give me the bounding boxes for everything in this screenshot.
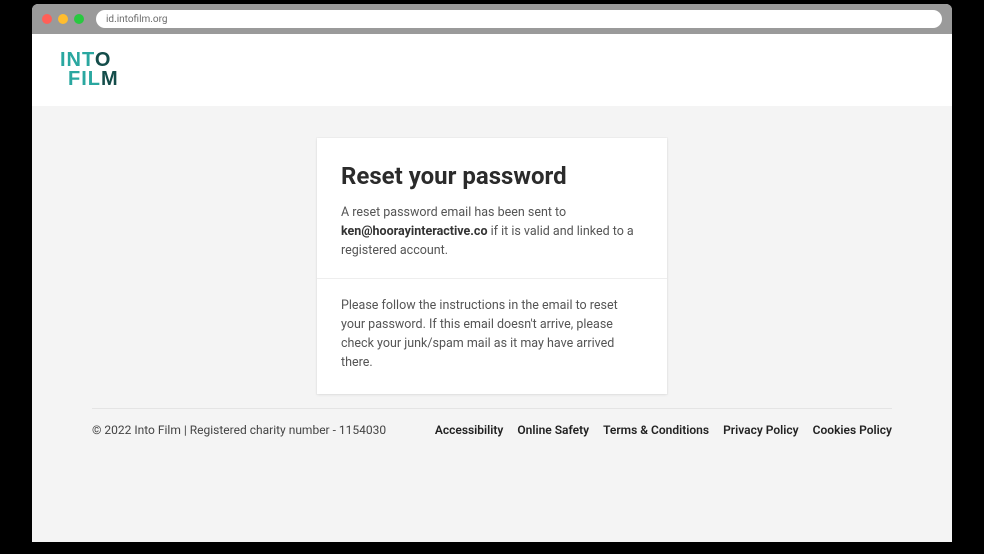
footer-links: Accessibility Online Safety Terms & Cond… xyxy=(435,423,892,437)
footer-link-privacy[interactable]: Privacy Policy xyxy=(723,423,799,437)
content-area: Reset your password A reset password ema… xyxy=(32,106,952,542)
card-instructions: Please follow the instructions in the em… xyxy=(341,297,643,372)
card-heading: Reset your password xyxy=(341,162,643,190)
logo[interactable]: INTO FILM xyxy=(60,51,119,89)
browser-chrome: id.intofilm.org xyxy=(32,4,952,34)
site-header: INTO FILM xyxy=(32,34,952,106)
footer-link-terms[interactable]: Terms & Conditions xyxy=(603,423,709,437)
window-controls xyxy=(42,14,84,24)
url-text: id.intofilm.org xyxy=(106,14,168,25)
copyright: © 2022 Into Film | Registered charity nu… xyxy=(92,423,386,437)
url-bar[interactable]: id.intofilm.org xyxy=(96,10,942,28)
logo-line-2: FILM xyxy=(60,70,119,89)
footer: © 2022 Into Film | Registered charity nu… xyxy=(92,408,892,437)
page: INTO FILM Reset your password A reset pa… xyxy=(32,34,952,542)
minimize-icon[interactable] xyxy=(58,14,68,24)
close-icon[interactable] xyxy=(42,14,52,24)
footer-link-online-safety[interactable]: Online Safety xyxy=(517,423,589,437)
reset-password-card: Reset your password A reset password ema… xyxy=(317,138,667,394)
browser-window: id.intofilm.org INTO FILM Reset your pas… xyxy=(32,4,952,542)
footer-link-accessibility[interactable]: Accessibility xyxy=(435,423,504,437)
email-address: ken@hoorayinteractive.co xyxy=(341,224,488,239)
maximize-icon[interactable] xyxy=(74,14,84,24)
footer-link-cookies[interactable]: Cookies Policy xyxy=(813,423,892,437)
card-message: A reset password email has been sent to … xyxy=(341,204,643,260)
